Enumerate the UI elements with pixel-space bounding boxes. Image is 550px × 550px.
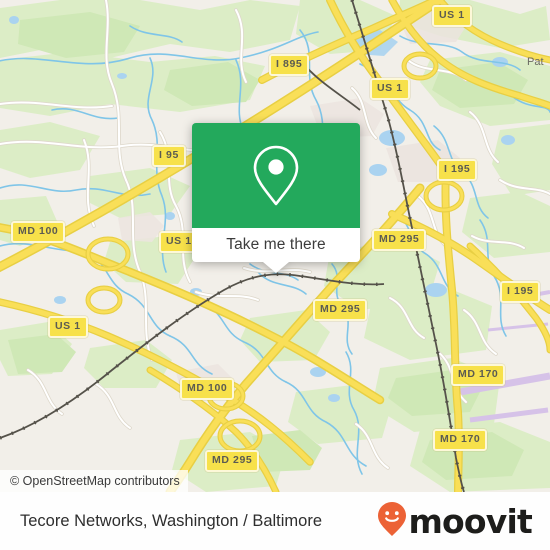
road-shield: MD 170 — [433, 429, 488, 451]
moovit-smile-pin-icon — [377, 501, 407, 542]
road-shield: I 895 — [269, 54, 310, 76]
footer-bar: Tecore Networks, Washington / Baltimore … — [0, 492, 550, 550]
road-shield: US 1 — [48, 316, 88, 338]
map-pin-icon — [250, 144, 302, 208]
road-shield: MD 295 — [313, 299, 368, 321]
moovit-wordmark: moovit — [408, 501, 532, 541]
callout-icon-panel — [192, 123, 360, 228]
moovit-map-screen: US 1 I 895 US 1 I 95 I 195 MD 100 US 1 M… — [0, 0, 550, 550]
attribution-text: © OpenStreetMap contributors — [10, 474, 180, 488]
road-shield: MD 170 — [451, 364, 506, 386]
road-shield: I 195 — [500, 281, 541, 303]
callout-action-panel[interactable]: Take me there — [192, 228, 360, 273]
map-attribution[interactable]: © OpenStreetMap contributors — [0, 470, 188, 492]
road-shield: MD 100 — [180, 378, 235, 400]
road-shield: MD 295 — [205, 450, 260, 472]
take-me-there-label: Take me there — [226, 236, 326, 253]
location-title: Tecore Networks, Washington / Baltimore — [20, 511, 323, 530]
road-shield: MD 295 — [372, 229, 427, 251]
road-shield: I 95 — [152, 145, 186, 167]
road-shield: MD 100 — [11, 221, 66, 243]
callout-pointer — [263, 262, 289, 273]
road-shield: US 1 — [370, 78, 410, 100]
take-me-there-callout[interactable]: Take me there — [192, 123, 360, 273]
road-shield: I 195 — [437, 159, 478, 181]
moovit-logo[interactable]: moovit — [377, 501, 533, 542]
place-label-pat: Pat — [527, 56, 544, 68]
road-shield: US 1 — [432, 5, 472, 27]
